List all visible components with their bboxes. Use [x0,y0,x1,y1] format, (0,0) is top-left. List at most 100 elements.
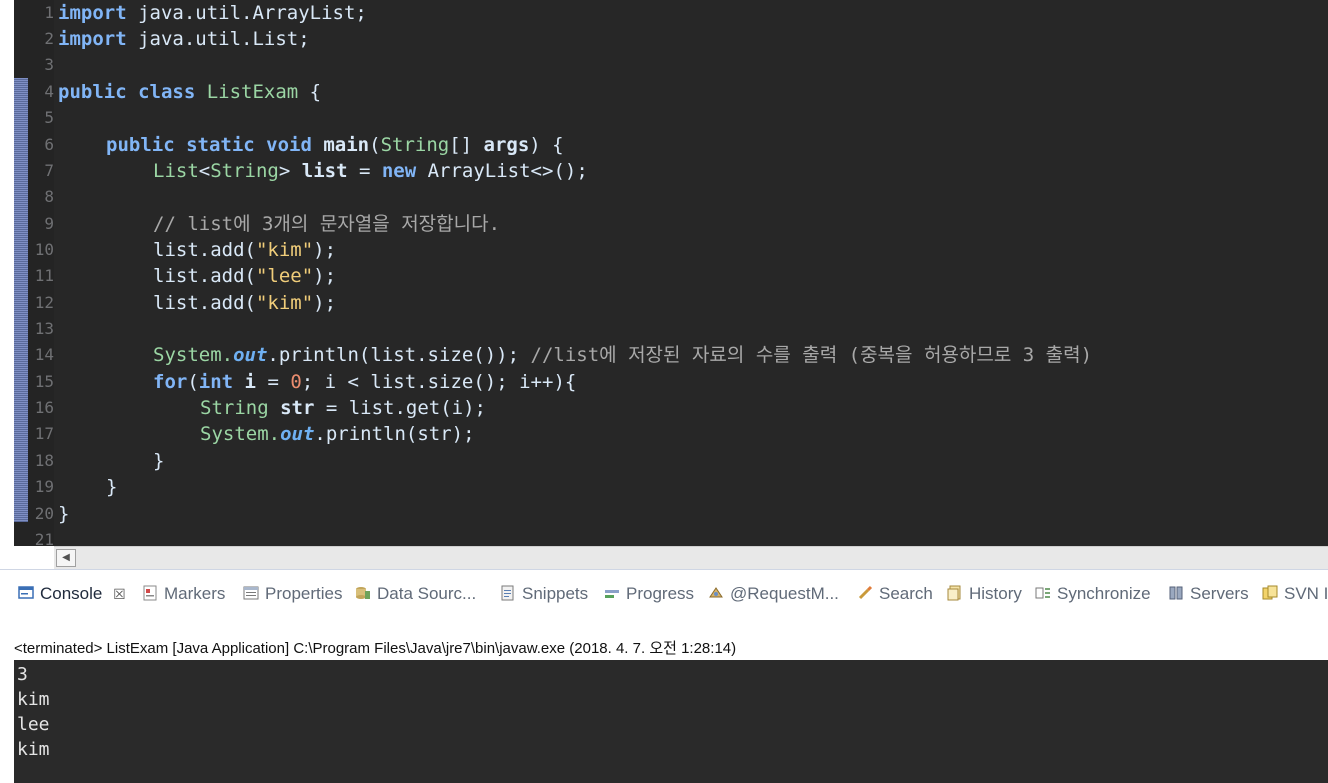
tab-svn[interactable]: SVN I [1262,582,1328,606]
keyword: new [381,160,417,182]
tab-label: Servers [1190,584,1249,603]
line-number: 16 [34,398,54,417]
console-line: kim [17,689,50,710]
tab-label: Data Sourc... [377,584,477,603]
line-number: 15 [34,372,54,391]
code-line-4: public class ListExam { [58,79,321,105]
code-text: [] [449,134,484,156]
line-number: 20 [34,504,54,523]
code-text: = [256,371,291,393]
tab-label: Search [879,584,933,603]
code-line-2: import java.util.List; [58,26,310,52]
variable-name: list [301,160,348,182]
code-line-16: String str = list.get(i); [200,395,486,421]
code-text: .println(str); [314,423,475,445]
console-line: kim [17,739,50,760]
tab-data-source[interactable]: Data Sourc... [355,582,476,606]
line-number: 8 [44,187,54,206]
code-line-15: for(int i = 0; i < list.size(); i++){ [153,369,576,395]
closing-brace: } [153,450,165,472]
history-icon [947,585,961,601]
closing-brace: } [106,476,118,498]
tab-label: Properties [265,584,343,603]
static-field: out [233,344,268,366]
tab-search[interactable]: Search [857,582,933,606]
code-line-18: } [153,448,164,474]
tab-label: History [969,584,1022,603]
code-line-9: // list에 3개의 문자열을 저장합니다. [153,211,500,237]
code-text: ArrayList<>(); [416,160,588,182]
line-number: 1 [44,3,54,22]
line-number: 4 [44,82,54,101]
console-output[interactable]: 3 kim lee kim [14,660,1328,783]
keyword: int [198,371,234,393]
code-text: = list.get(i); [314,397,486,419]
scroll-left-arrow-icon[interactable]: ◀ [56,549,76,567]
string-literal: "lee" [255,265,314,287]
line-number: 9 [44,214,54,233]
line-number: 5 [44,108,54,127]
tab-history[interactable]: History [947,582,1022,606]
code-line-6: public static void main(String[] args) { [106,132,564,158]
tab-console[interactable]: Console ☒ [18,582,126,606]
method-name: main [311,134,370,156]
code-text: ( [187,371,199,393]
code-line-12: list.add("kim"); [153,290,336,316]
tab-label: Markers [164,584,226,603]
line-number: 10 [34,240,54,259]
line-number: 11 [34,266,54,285]
view-tab-bar: Console ☒ Markers Properties Data Sourc.… [0,569,1328,624]
horizontal-scrollbar[interactable]: ◀ [54,546,1328,569]
markers-icon [143,585,157,601]
line-number: 14 [34,345,54,364]
console-icon [18,586,34,599]
variable-name: i [233,371,256,393]
code-text: list.add( [153,292,256,314]
code-text: ) { [529,134,564,156]
line-number: 18 [34,451,54,470]
snippets-icon [501,585,514,601]
code-line-1: import java.util.ArrayList; [58,0,367,26]
code-text: ); [313,265,337,287]
search-icon [858,585,873,600]
class-name: System. [153,344,234,366]
servers-icon [1169,586,1183,600]
tab-synchronize[interactable]: Synchronize [1035,582,1151,606]
code-text: = [347,160,382,182]
console-line: 3 [17,664,28,685]
line-number: 6 [44,135,54,154]
class-name: ListExam [195,81,299,103]
close-icon[interactable]: ☒ [113,586,126,602]
tab-markers[interactable]: Markers [142,582,225,606]
keyword: for [153,371,188,393]
tab-properties[interactable]: Properties [243,582,342,606]
tab-snippets[interactable]: Snippets [500,582,588,606]
number-literal: 0 [290,371,302,393]
code-text: list.add( [153,239,256,261]
console-line: lee [17,714,50,735]
code-area[interactable]: import java.util.ArrayList; import java.… [54,0,1328,546]
string-literal: "kim" [255,292,314,314]
tab-request-mapping[interactable]: @RequestM... [708,582,839,606]
code-line-19: } [106,474,117,500]
comment: // list에 3개의 문자열을 저장합니다. [153,213,501,235]
request-mapping-icon [709,587,723,598]
code-text: list.add( [153,265,256,287]
code-text: < [198,160,211,182]
line-number: 12 [34,293,54,312]
line-number: 7 [44,161,54,180]
class-name: System. [200,423,281,445]
line-number: 2 [44,29,54,48]
code-line-7: List<String> list = new ArrayList<>(); [153,158,588,184]
string-literal: "kim" [255,239,314,261]
code-line-10: list.add("kim"); [153,237,336,263]
static-field: out [280,423,315,445]
code-line-17: System.out.println(str); [200,421,475,447]
tab-progress[interactable]: Progress [604,582,694,606]
synchronize-icon [1035,587,1050,599]
tab-servers[interactable]: Servers [1168,582,1249,606]
keyword: import [58,2,127,24]
code-editor[interactable]: 1 2 3 4 5 6 7 8 9 10 11 12 13 14 15 16 1… [0,0,1328,549]
parameter-name: args [483,134,530,156]
code-text: ); [313,292,337,314]
